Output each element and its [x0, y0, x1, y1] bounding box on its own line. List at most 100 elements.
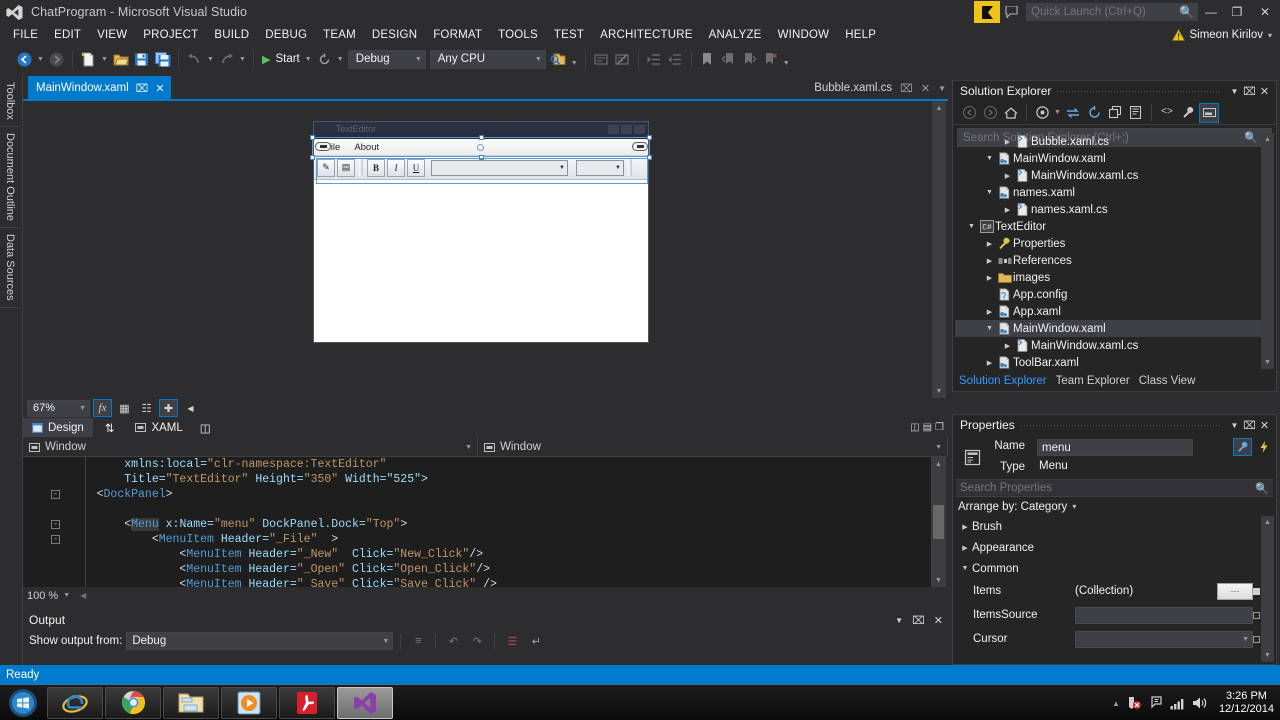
menu-test[interactable]: TEST — [546, 24, 592, 46]
tab-team-explorer[interactable]: Team Explorer — [1056, 375, 1130, 387]
resize-handle-n[interactable] — [479, 135, 484, 140]
tree-item[interactable]: ▶ ToolBar.xaml — [955, 354, 1267, 369]
sidebar-item-data-sources[interactable]: Data Sources — [0, 228, 20, 308]
nav-element-left[interactable]: Window ▼ — [23, 437, 478, 457]
tree-item[interactable]: ▶ images — [955, 269, 1267, 286]
home-icon[interactable] — [1001, 103, 1021, 123]
chevron-right-icon[interactable]: ▶ — [1001, 138, 1014, 146]
sidebar-item-document-outline[interactable]: Document Outline — [0, 127, 20, 228]
solution-platform-combo[interactable]: Any CPU ▼ — [429, 49, 546, 69]
scroll-down-icon[interactable]: ▼ — [931, 573, 946, 587]
category-appearance[interactable]: ▶ Appearance — [953, 537, 1276, 558]
chevron-down-icon[interactable]: ▼ — [938, 84, 946, 93]
underline-button[interactable]: U — [407, 158, 425, 177]
fx-effects-icon[interactable]: fx — [93, 399, 112, 417]
antivirus-icon[interactable] — [1127, 696, 1142, 710]
code-line[interactable]: <DockPanel> — [69, 487, 173, 502]
save-all-icon[interactable] — [152, 48, 173, 70]
tree-item[interactable]: ▶ names.xaml.cs — [955, 201, 1267, 218]
scroll-up-icon[interactable]: ▲ — [932, 101, 946, 115]
taskbar-clock[interactable]: 3:26 PM 12/12/2014 — [1219, 690, 1274, 716]
scroll-left-icon[interactable]: ◀ — [80, 591, 86, 600]
menu-design[interactable]: DESIGN — [364, 24, 425, 46]
collapse-all-icon[interactable] — [1105, 103, 1125, 123]
menu-edit[interactable]: EDIT — [46, 24, 89, 46]
wrench-properties-icon[interactable] — [1233, 438, 1252, 456]
property-marker[interactable] — [1253, 611, 1260, 619]
preview-selected-items-icon[interactable] — [1199, 102, 1219, 123]
code-line[interactable]: xmlns:local="clr-namespace:TextEditor" — [69, 457, 386, 472]
scroll-down-icon[interactable]: ▼ — [1261, 356, 1274, 369]
zoom-level-combo[interactable]: 67% ▼ — [27, 399, 90, 417]
back-icon[interactable] — [959, 103, 979, 123]
show-hidden-icons-icon[interactable]: ▲ — [1112, 699, 1120, 708]
undo-dropdown[interactable]: ▼ — [205, 48, 216, 70]
save-icon[interactable] — [131, 48, 152, 70]
open-icon[interactable]: ✎ — [317, 158, 335, 177]
increase-indent-icon[interactable] — [644, 48, 665, 70]
property-marker[interactable] — [1253, 635, 1260, 643]
resize-handle-s[interactable] — [479, 155, 484, 160]
chevron-down-icon[interactable]: ▼ — [983, 189, 996, 196]
element-name-input[interactable] — [1037, 439, 1193, 456]
network-icon[interactable] — [1170, 697, 1185, 710]
chevron-right-icon[interactable]: ▶ — [983, 308, 996, 316]
restart-dropdown[interactable]: ▼ — [335, 48, 346, 70]
new-project-dropdown[interactable]: ▼ — [99, 48, 110, 70]
tab-solution-explorer[interactable]: Solution Explorer — [959, 375, 1047, 387]
chevron-down-icon[interactable]: ▼ — [1227, 87, 1242, 96]
solution-tree-scrollbar[interactable]: ▲ ▼ — [1261, 133, 1274, 369]
editor-zoom-combo[interactable]: 100 % ▼ — [27, 590, 70, 602]
feedback-flag-icon[interactable] — [974, 1, 1000, 23]
scroll-up-icon[interactable]: ▲ — [1261, 516, 1274, 529]
resize-handle-nw[interactable] — [310, 135, 315, 140]
vertical-split-icon[interactable]: ◫ — [910, 422, 919, 433]
itemssource-field[interactable] — [1075, 606, 1253, 624]
preview-text-canvas[interactable] — [314, 180, 648, 340]
tree-item[interactable]: App.config — [955, 286, 1267, 303]
horizontal-split-icon[interactable]: ▤ — [923, 422, 932, 433]
menu-window[interactable]: WINDOW — [770, 24, 838, 46]
chevron-right-icon[interactable]: ▶ — [1001, 172, 1014, 180]
clear-bookmarks-icon[interactable] — [760, 48, 781, 70]
menu-architecture[interactable]: ARCHITECTURE — [592, 24, 701, 46]
minimize-button[interactable]: — — [1198, 0, 1224, 24]
font-size-combo[interactable]: ▼ — [576, 159, 624, 176]
expand-icon[interactable]: ❐ — [935, 422, 944, 433]
taskbar-visual-studio[interactable] — [337, 686, 393, 719]
account-menu[interactable]: Simeon Kirilov ▾ — [1172, 24, 1272, 46]
code-line[interactable]: <Menu x:Name="menu" DockPanel.Dock="Top"… — [69, 517, 407, 532]
chevron-down-icon[interactable]: ▼ — [1227, 421, 1242, 430]
chevron-down-icon[interactable]: ▼ — [965, 223, 978, 230]
category-brush[interactable]: ▶ Brush — [953, 516, 1276, 537]
outline-collapse-glyph[interactable]: - — [51, 520, 60, 529]
scroll-up-icon[interactable]: ▲ — [931, 457, 946, 471]
taskbar-google-chrome[interactable] — [105, 686, 161, 719]
xaml-code-editor[interactable]: xmlns:local="clr-namespace:TextEditor" T… — [23, 457, 931, 587]
tree-item[interactable]: ▼ MainWindow.xaml — [955, 320, 1267, 337]
navigate-back-icon[interactable] — [14, 48, 35, 70]
restart-icon[interactable] — [314, 48, 335, 70]
sidebar-item-toolbox[interactable]: Toolbox — [0, 76, 20, 127]
pending-changes-dropdown[interactable]: ▼ — [1053, 102, 1062, 124]
left-dock-lock-icon[interactable] — [315, 142, 331, 151]
taskbar-media-player[interactable] — [221, 686, 277, 719]
toolbar-overflow-icon[interactable]: ▼ — [781, 48, 792, 70]
chevron-right-icon[interactable]: ▶ — [983, 274, 996, 282]
snap-to-snaplines-icon[interactable]: ☷ — [137, 399, 156, 417]
chevron-down-icon[interactable]: ▼ — [983, 155, 996, 162]
menu-team[interactable]: TEAM — [315, 24, 364, 46]
chevron-right-icon[interactable]: ▶ — [1001, 342, 1014, 350]
resize-handle-se[interactable] — [647, 155, 652, 160]
menu-view[interactable]: VIEW — [89, 24, 135, 46]
chevron-right-icon[interactable]: ▶ — [983, 359, 996, 367]
tab-design-view[interactable]: Design — [23, 418, 93, 437]
find-in-files-icon[interactable] — [548, 48, 569, 70]
menu-debug[interactable]: DEBUG — [257, 24, 315, 46]
tree-item[interactable]: ▶ App.xaml — [955, 303, 1267, 320]
xaml-designer-surface[interactable]: TextEditor File About ✎ ▤ B I U ▼ ▼ — [23, 101, 948, 398]
chevron-down-icon[interactable]: ▼ — [895, 616, 903, 625]
quick-launch-box[interactable]: 🔍 — [1026, 3, 1198, 21]
code-line[interactable]: Title="TextEditor" Height="350" Width="5… — [69, 472, 428, 487]
toolbar-grip-end[interactable] — [628, 159, 632, 176]
